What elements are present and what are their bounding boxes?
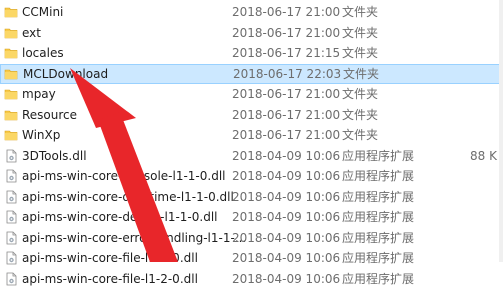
file-modified-date: 2018-04-09 10:06 — [232, 230, 341, 245]
dll-file-icon — [4, 169, 18, 183]
file-name: api-ms-win-core-debug-l1-1-0.dll — [22, 210, 218, 224]
file-row[interactable]: mpay 2018-06-17 21:00 文件夹 — [0, 84, 503, 104]
file-row[interactable]: api-ms-win-core-debug-l1-1-0.dll 2018-04-… — [0, 207, 503, 227]
file-name: CCMini — [22, 5, 64, 19]
file-row[interactable]: ext 2018-06-17 21:00 文件夹 — [0, 23, 503, 43]
file-type: 应用程序扩展 — [342, 169, 415, 183]
file-row[interactable]: api-ms-win-core-datetime-l1-1-0.dll 2018-… — [0, 187, 503, 207]
file-modified-date: 2018-04-09 10:06 — [232, 169, 341, 183]
file-size: 88 K — [470, 148, 497, 163]
file-type: 文件夹 — [342, 87, 379, 101]
file-name: api-ms-win-core-file-l1-2-0.dll — [22, 271, 198, 286]
file-type: 文件夹 — [342, 46, 379, 60]
file-row[interactable]: Resource 2018-06-17 21:00 文件夹 — [0, 105, 503, 125]
file-modified-date: 2018-06-17 21:00 — [232, 128, 341, 142]
file-row[interactable]: api-ms-win-core-file-l1-2-0.dll 2018-04-0… — [0, 269, 503, 289]
folder-icon — [4, 87, 18, 101]
file-modified-date: 2018-04-09 10:06 — [232, 271, 341, 286]
file-type: 应用程序扩展 — [342, 189, 415, 204]
file-type: 文件夹 — [342, 128, 379, 142]
file-modified-date: 2018-04-09 10:06 — [232, 148, 341, 163]
file-modified-date: 2018-06-17 21:00 — [232, 25, 341, 40]
folder-icon — [4, 108, 18, 122]
file-type: 应用程序扩展 — [342, 210, 415, 224]
file-name: api-ms-win-core-console-l1-1-0.dll — [22, 169, 226, 183]
file-type: 文件夹 — [343, 66, 380, 81]
file-type: 应用程序扩展 — [342, 230, 415, 245]
file-name: api-ms-win-core-errorhandling-l1-1-... — [22, 230, 247, 245]
dll-file-icon — [4, 272, 18, 286]
file-type: 文件夹 — [342, 25, 379, 40]
file-name: WinXp — [22, 128, 61, 142]
file-name: mpay — [22, 87, 56, 101]
file-name: locales — [22, 46, 64, 60]
file-modified-date: 2018-06-17 21:00 — [232, 107, 341, 122]
file-name: Resource — [22, 107, 78, 122]
file-modified-date: 2018-04-09 10:06 — [232, 251, 341, 265]
file-row[interactable]: WinXp 2018-06-17 21:00 文件夹 — [0, 125, 503, 145]
file-type: 应用程序扩展 — [342, 271, 415, 286]
file-row-selected[interactable]: MCLDownload 2018-06-17 22:03 文件夹 — [0, 63, 503, 84]
file-modified-date: 2018-04-09 10:06 — [232, 210, 341, 224]
file-row[interactable]: CCMini 2018-06-17 21:00 文件夹 — [0, 2, 503, 22]
folder-icon — [4, 128, 18, 142]
file-modified-date: 2018-04-09 10:06 — [232, 189, 341, 204]
folder-icon — [4, 46, 18, 60]
file-type: 文件夹 — [342, 5, 379, 19]
file-name: 3DTools.dll — [22, 148, 87, 163]
file-type: 应用程序扩展 — [342, 251, 415, 265]
dll-file-icon — [4, 231, 18, 245]
file-row[interactable]: api-ms-win-core-errorhandling-l1-1-... 20… — [0, 228, 503, 248]
file-modified-date: 2018-06-17 21:15 — [232, 46, 341, 60]
file-row[interactable]: locales 2018-06-17 21:15 文件夹 — [0, 43, 503, 63]
dll-file-icon — [4, 210, 18, 224]
file-name: api-ms-win-core-datetime-l1-1-0.dll — [22, 189, 234, 204]
file-row[interactable]: api-ms-win-core-file-l1-1-0.dll 2018-04-0… — [0, 248, 503, 268]
scrollbar[interactable] — [499, 0, 503, 262]
file-modified-date: 2018-06-17 21:00 — [232, 5, 341, 19]
folder-icon — [4, 26, 18, 40]
file-type: 应用程序扩展 — [342, 148, 415, 163]
file-row[interactable]: api-ms-win-core-console-l1-1-0.dll 2018-0… — [0, 166, 503, 186]
file-modified-date: 2018-06-17 22:03 — [233, 66, 342, 81]
folder-icon — [4, 5, 18, 19]
file-name: ext — [22, 25, 41, 40]
file-name: api-ms-win-core-file-l1-1-0.dll — [22, 251, 198, 265]
dll-file-icon — [4, 251, 18, 265]
file-modified-date: 2018-06-17 21:00 — [232, 87, 341, 101]
file-type: 文件夹 — [342, 107, 379, 122]
dll-file-icon — [4, 149, 18, 163]
folder-icon — [4, 67, 18, 81]
file-row[interactable]: 3DTools.dll 2018-04-09 10:06 应用程序扩展 88 K — [0, 146, 503, 166]
file-name: MCLDownload — [23, 66, 109, 81]
dll-file-icon — [4, 190, 18, 204]
